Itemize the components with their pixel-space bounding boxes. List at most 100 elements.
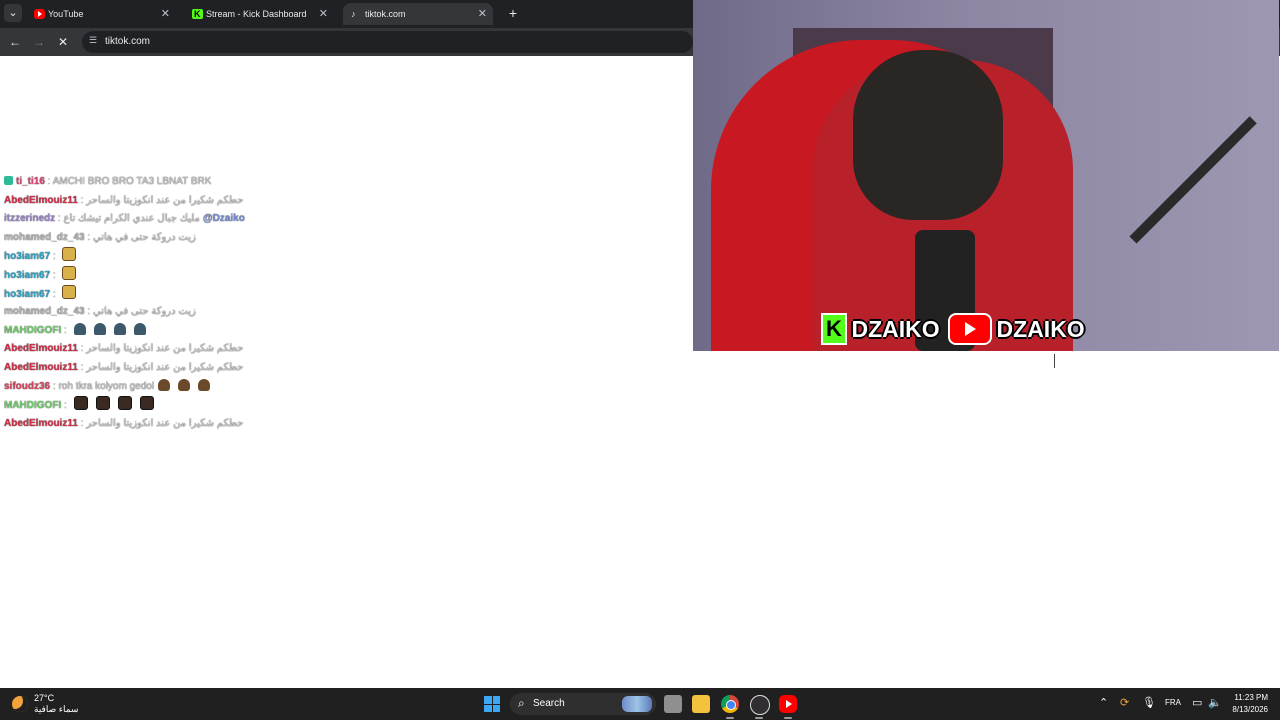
address-bar[interactable]: ☰ tiktok.com [82, 31, 693, 53]
cat-emote-icon [198, 378, 211, 391]
chat-message: itzzerinedz : مليك جبال عندي الكرام تيشك… [4, 210, 504, 229]
chat-separator: : [61, 400, 70, 412]
streamer-head [853, 50, 1003, 220]
chat-text: حطكم شكيرا من عند انكوزيتا والساحر [86, 194, 244, 206]
chat-username[interactable]: AbedElmouiz11 [4, 362, 78, 373]
chat-text: مليك جبال عندي الكرام تيشك تاع [63, 213, 200, 225]
chat-separator: : [50, 251, 59, 263]
chat-username[interactable]: AbedElmouiz11 [4, 418, 78, 429]
chat-message: MAHDIGOFI : [4, 322, 504, 341]
stream-video[interactable]: K DZAIKO DZAIKO [693, 0, 1279, 351]
chat-username[interactable]: AbedElmouiz11 [4, 343, 78, 354]
chat-username[interactable]: sifoudz36 [4, 381, 50, 392]
taskbar-search[interactable]: ⌕ Search [510, 693, 656, 715]
clock-time[interactable]: 11:23 PM [1230, 693, 1268, 702]
chat-separator: : [61, 324, 70, 336]
chat-text: حطكم شكيرا من عند انكوزيتا والساحر [86, 343, 244, 355]
stop-button[interactable]: ✕ [54, 33, 72, 51]
task-view-icon[interactable] [664, 695, 682, 713]
chat-message: ho3iam67 : [4, 247, 504, 266]
subscriber-badge-icon [4, 176, 13, 185]
scroll-emote-icon [62, 284, 77, 299]
chat-username[interactable]: itzzerinedz [4, 213, 55, 224]
chat-username[interactable]: mohamed_dz_43 [4, 306, 85, 317]
chat-separator: : [50, 288, 59, 300]
chat-message: ho3iam67 : [4, 284, 504, 304]
chat-message: mohamed_dz_43 : زيت دروكة حتى في هاتي [4, 303, 504, 322]
chat-username[interactable]: MAHDIGOFI [4, 400, 61, 411]
face-emote-icon [139, 396, 154, 411]
taskbar: 27°C سماء صافية ⌕ Search ⌃ ⟳ 🎙 FRA ▭ 🔈 1… [0, 688, 1280, 720]
chevron-up-icon[interactable]: ⌃ [1099, 696, 1108, 709]
url-text[interactable]: tiktok.com [105, 31, 150, 53]
youtube-app-icon[interactable] [779, 695, 797, 713]
running-indicator [726, 717, 734, 719]
weather-description: سماء صافية [34, 704, 79, 714]
language-indicator[interactable]: FRA [1165, 698, 1181, 707]
running-indicator [755, 717, 763, 719]
chat-mention[interactable]: @Dzaiko [203, 213, 245, 224]
chat-separator: : [84, 306, 93, 318]
start-button[interactable] [484, 696, 500, 712]
moon-icon [12, 696, 28, 712]
tab-kick-dashboard[interactable]: Stream - Kick Dashboard ✕ [184, 3, 334, 25]
chat-message: sifoudz36 : roh tkra kolyom gedol [4, 378, 504, 397]
chat-text: حطكم شكيرا من عند انكوزيتا والساحر [86, 417, 244, 429]
chat-separator: : [77, 361, 87, 373]
tab-title: tiktok.com [365, 9, 406, 19]
network-icon[interactable]: ▭ [1192, 696, 1202, 709]
chat-username[interactable]: MAHDIGOFI [4, 325, 61, 336]
close-icon[interactable]: ✕ [161, 3, 170, 25]
tab-youtube[interactable]: YouTube ✕ [26, 3, 176, 25]
sync-icon[interactable]: ⟳ [1120, 696, 1129, 709]
chat-message: ho3iam67 : [4, 265, 504, 285]
tab-tiktok[interactable]: ♪ tiktok.com ✕ [343, 3, 493, 25]
microphone-icon[interactable]: 🎙 [1142, 696, 1156, 709]
face-emote-icon [117, 396, 132, 411]
chat-message: ti_ti16 : AMCHI BRO BRO TA3 LBNAT BRK [4, 173, 504, 192]
blob-emote-icon [73, 322, 86, 335]
close-icon: ✕ [57, 35, 69, 49]
chat-message: AbedElmouiz11 : حطكم شكيرا من عند انكوزي… [4, 359, 504, 378]
arrow-right-icon: → [33, 35, 45, 49]
chat-message: mohamed_dz_43 : زيت دروكة حتى في هاتي [4, 229, 504, 248]
youtube-logo-icon [948, 313, 993, 345]
mouse-cursor-icon [1055, 355, 1067, 367]
chat-message: MAHDIGOFI : [4, 396, 504, 415]
chat-text: حطكم شكيرا من عند انكوزيتا والساحر [86, 361, 244, 373]
weather-temperature: 27°C [34, 693, 55, 703]
face-emote-icon [73, 396, 88, 411]
tab-title: YouTube [48, 9, 84, 19]
back-button[interactable]: ← [6, 33, 24, 51]
brand-logos: K DZAIKO DZAIKO [821, 313, 1085, 347]
chat-username[interactable]: AbedElmouiz11 [4, 195, 78, 206]
chrome-icon[interactable] [721, 695, 739, 713]
clock-date[interactable]: 8/13/2026 [1222, 705, 1268, 714]
obs-icon[interactable] [750, 695, 770, 715]
site-info-icon[interactable]: ☰ [89, 35, 97, 46]
chat-separator: : [77, 194, 87, 206]
forward-button[interactable]: → [30, 33, 48, 51]
chat-text: roh tkra kolyom gedol [58, 380, 155, 392]
arrow-left-icon: ← [9, 35, 21, 49]
volume-icon[interactable]: 🔈 [1208, 696, 1222, 709]
cat-emote-icon [158, 378, 171, 391]
youtube-icon [34, 9, 45, 19]
tiktok-icon: ♪ [351, 9, 356, 19]
tab-search-button[interactable]: ⌄ [4, 4, 22, 22]
chat-text: زيت دروكة حتى في هاتي [92, 306, 196, 318]
chat-username[interactable]: mohamed_dz_43 [4, 232, 85, 243]
new-tab-button[interactable]: + [506, 4, 520, 22]
chat-username[interactable]: ho3iam67 [4, 251, 50, 262]
scroll-emote-icon [62, 265, 77, 280]
chat-username[interactable]: ho3iam67 [4, 270, 50, 281]
close-icon[interactable]: ✕ [478, 3, 487, 25]
chevron-down-icon: ⌄ [8, 7, 18, 19]
blob-emote-icon [113, 322, 126, 335]
kick-icon [192, 3, 203, 25]
close-icon[interactable]: ✕ [319, 3, 328, 25]
chat-username[interactable]: ho3iam67 [4, 289, 50, 300]
chat-overlay: ti_ti16 : AMCHI BRO BRO TA3 LBNAT BRK Abe… [4, 173, 504, 433]
chat-username[interactable]: ti_ti16 [16, 176, 45, 187]
file-explorer-icon[interactable] [692, 695, 710, 713]
